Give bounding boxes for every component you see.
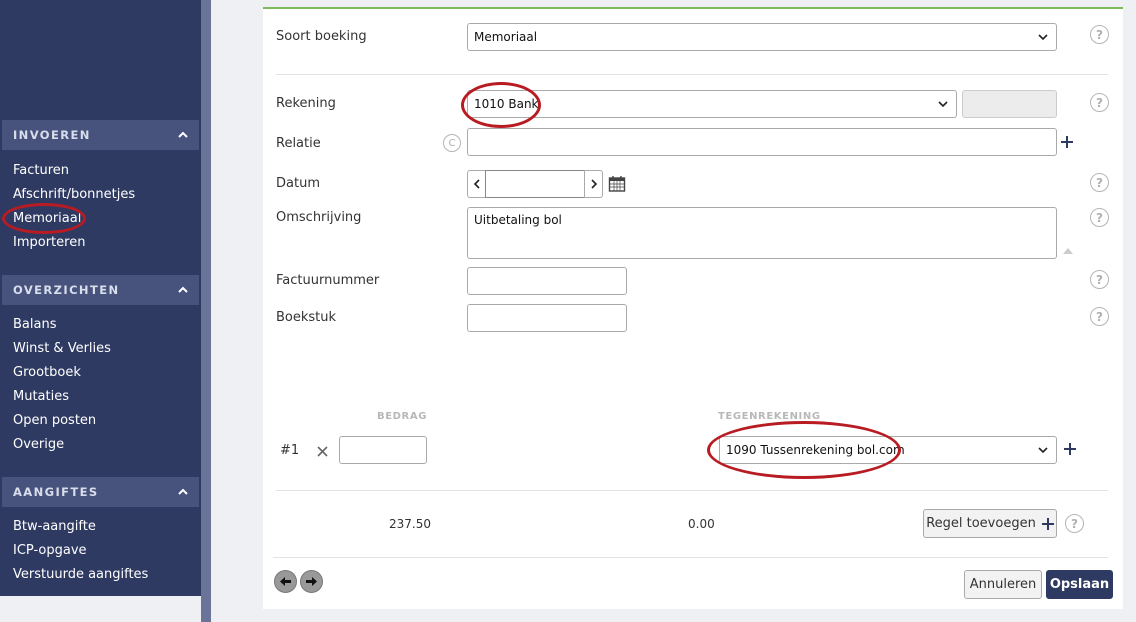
save-button[interactable]: Opslaan — [1046, 570, 1113, 599]
chevron-up-icon — [178, 131, 188, 138]
divider — [273, 557, 1108, 558]
section-title: OVERZICHTEN — [13, 283, 120, 297]
tegenrekening-select[interactable]: 1090 Tussenrekening bol.com — [719, 436, 1057, 464]
section-header-aangiftes[interactable]: AANGIFTES — [2, 477, 199, 507]
section-title: INVOEREN — [13, 128, 91, 142]
datum-label: Datum — [276, 176, 320, 191]
add-tegenrekening-plus-icon[interactable] — [1063, 442, 1077, 456]
bedrag-input[interactable] — [339, 436, 427, 464]
sidebar-item-mutaties[interactable]: Mutaties — [13, 389, 69, 405]
soort-boeking-select[interactable]: Memoriaal — [467, 23, 1057, 51]
previous-record-button[interactable] — [274, 570, 297, 593]
col-header-bedrag: BEDRAG — [377, 411, 428, 422]
sidebar-item-verstuurde-aangiftes[interactable]: Verstuurde aangiftes — [13, 567, 148, 583]
sidebar-item-importeren[interactable]: Importeren — [13, 235, 85, 251]
sidebar-item-btw-aangifte[interactable]: Btw-aangifte — [13, 519, 96, 535]
sidebar-item-facturen[interactable]: Facturen — [13, 163, 69, 179]
sidebar-divider — [201, 0, 211, 622]
soort-boeking-value: Memoriaal — [474, 30, 538, 44]
chevron-down-icon — [1038, 447, 1048, 454]
chevron-up-icon — [178, 286, 188, 293]
relatie-input[interactable] — [467, 128, 1057, 156]
date-prev-button[interactable] — [467, 170, 486, 198]
calendar-icon[interactable] — [608, 175, 626, 193]
sidebar-item-grootboek[interactable]: Grootboek — [13, 365, 81, 381]
expand-triangle-icon[interactable] — [1063, 247, 1073, 254]
soort-boeking-label: Soort boeking — [276, 29, 367, 44]
add-line-button[interactable]: Regel toevoegen — [923, 509, 1057, 538]
help-icon[interactable]: ? — [1090, 93, 1109, 112]
line-number: #1 — [280, 443, 300, 458]
boekstuk-label: Boekstuk — [276, 310, 337, 325]
rekening-extra-field — [962, 90, 1057, 118]
chevron-left-icon — [473, 179, 480, 189]
cancel-button[interactable]: Annuleren — [964, 570, 1042, 599]
section-header-overzichten[interactable]: OVERZICHTEN — [2, 275, 199, 305]
total-tegenrekening: 0.00 — [688, 517, 715, 531]
omschrijving-value: Uitbetaling bol — [474, 213, 562, 227]
boekstuk-input[interactable] — [467, 304, 627, 332]
next-record-button[interactable] — [300, 570, 323, 593]
factuurnummer-label: Factuurnummer — [276, 273, 380, 288]
section-title: AANGIFTES — [13, 485, 99, 499]
sidebar-item-open-posten[interactable]: Open posten — [13, 413, 96, 429]
relatie-badge-icon: C — [443, 134, 461, 152]
rekening-select[interactable]: 1010 Bank — [467, 90, 957, 118]
arrow-left-icon — [280, 577, 291, 586]
plus-icon — [1041, 517, 1054, 530]
remove-line-icon[interactable] — [317, 446, 328, 457]
sidebar-item-winst-verlies[interactable]: Winst & Verlies — [13, 341, 111, 357]
sidebar-item-icp-opgave[interactable]: ICP-opgave — [13, 543, 87, 559]
help-icon[interactable]: ? — [1090, 25, 1109, 44]
chevron-down-icon — [1038, 34, 1048, 41]
add-line-label: Regel toevoegen — [926, 516, 1036, 531]
help-icon[interactable]: ? — [1090, 307, 1109, 326]
omschrijving-label: Omschrijving — [276, 210, 362, 225]
relatie-label: Relatie — [276, 136, 321, 151]
divider — [276, 490, 1108, 491]
rekening-label: Rekening — [276, 96, 336, 111]
chevron-down-icon — [938, 101, 948, 108]
memoriaal-form: Soort boeking Memoriaal ? Rekening 1010 … — [263, 7, 1123, 609]
datum-input[interactable] — [485, 170, 585, 198]
divider — [276, 74, 1108, 75]
arrow-right-icon — [306, 577, 317, 586]
tegenrekening-value: 1090 Tussenrekening bol.com — [726, 443, 905, 457]
sidebar: INVOEREN Facturen Afschrift/bonnetjes Me… — [0, 0, 201, 596]
help-icon[interactable]: ? — [1065, 514, 1084, 533]
section-header-invoeren[interactable]: INVOEREN — [2, 120, 199, 150]
help-icon[interactable]: ? — [1090, 208, 1109, 227]
help-icon[interactable]: ? — [1090, 270, 1109, 289]
date-next-button[interactable] — [584, 170, 603, 198]
chevron-up-icon — [178, 488, 188, 495]
add-relatie-plus-icon[interactable] — [1060, 135, 1074, 149]
rekening-value: 1010 Bank — [474, 97, 539, 111]
omschrijving-textarea[interactable]: Uitbetaling bol — [467, 207, 1057, 259]
col-header-tegenrekening: TEGENREKENING — [718, 411, 821, 422]
sidebar-item-afschrift[interactable]: Afschrift/bonnetjes — [13, 187, 135, 203]
total-bedrag: 237.50 — [389, 517, 431, 531]
factuurnummer-input[interactable] — [467, 267, 627, 295]
sidebar-item-balans[interactable]: Balans — [13, 317, 56, 333]
chevron-right-icon — [590, 179, 597, 189]
sidebar-item-overige[interactable]: Overige — [13, 437, 64, 453]
sidebar-item-memoriaal[interactable]: Memoriaal — [13, 211, 81, 227]
help-icon[interactable]: ? — [1090, 173, 1109, 192]
